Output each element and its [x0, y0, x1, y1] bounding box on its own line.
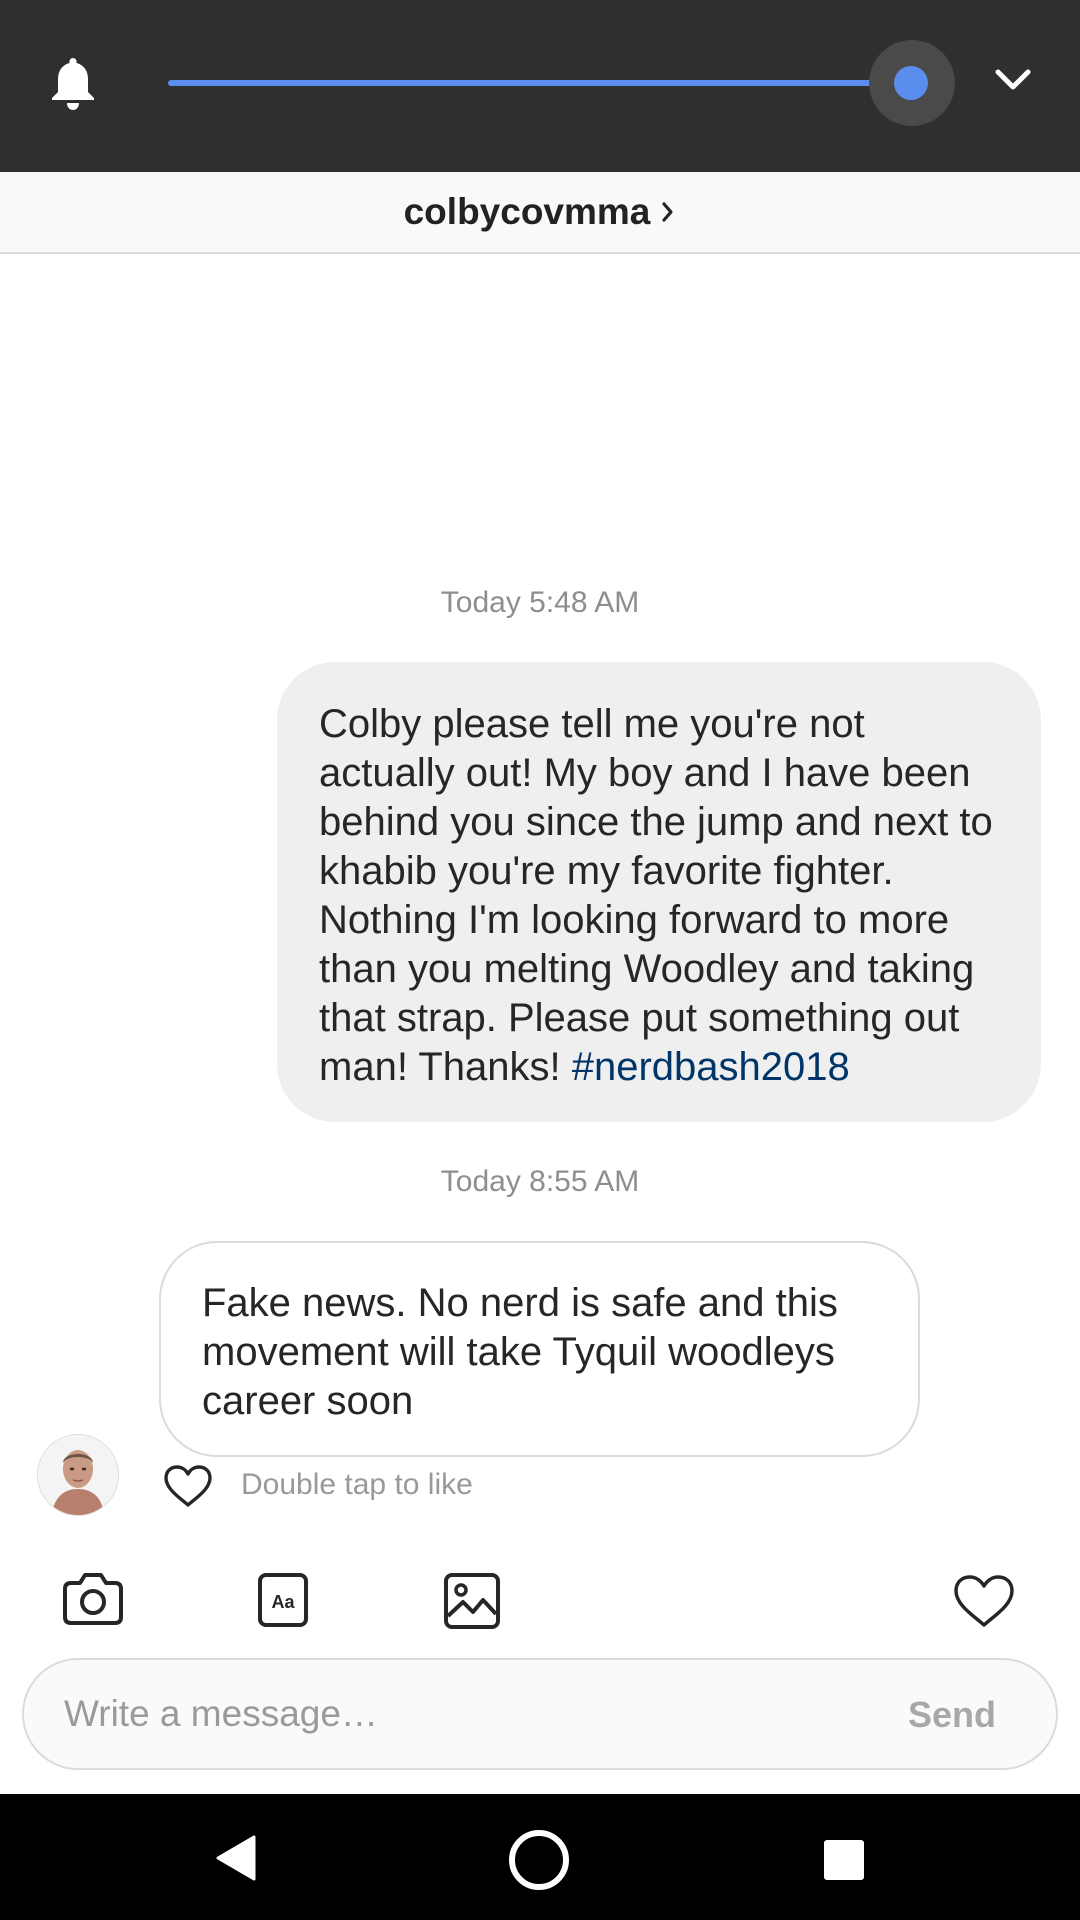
navigation-bar	[0, 1794, 1080, 1920]
thread-username[interactable]: colbycovmma	[404, 191, 651, 233]
brightness-slider-track[interactable]	[168, 80, 912, 86]
gallery-icon[interactable]	[443, 1572, 501, 1630]
send-button[interactable]: Send	[908, 1694, 996, 1736]
avatar[interactable]	[37, 1434, 119, 1516]
text-format-icon[interactable]: Aa	[257, 1572, 309, 1628]
back-icon[interactable]	[214, 1834, 256, 1882]
chevron-down-icon[interactable]	[992, 64, 1034, 96]
chevron-right-icon	[662, 202, 673, 222]
like-hint: Double tap to like	[241, 1468, 473, 1501]
heart-icon[interactable]	[952, 1573, 1016, 1629]
hashtag-link[interactable]: #nerdbash2018	[572, 1045, 850, 1089]
camera-icon[interactable]	[61, 1567, 125, 1627]
brightness-slider-thumb[interactable]	[894, 66, 928, 100]
outgoing-message-bubble[interactable]: Colby please tell me you're not actually…	[277, 662, 1041, 1122]
bell-icon[interactable]	[47, 54, 99, 112]
avatar-portrait	[38, 1435, 118, 1515]
heart-outline-icon[interactable]	[162, 1463, 214, 1509]
svg-text:Aa: Aa	[271, 1592, 295, 1612]
quick-settings-panel	[0, 0, 1080, 172]
message-input[interactable]	[64, 1660, 884, 1768]
message-timestamp: Today 5:48 AM	[440, 586, 640, 619]
message-composer: Send	[22, 1658, 1058, 1770]
message-text: Fake news. No nerd is safe and this move…	[202, 1281, 838, 1423]
message-timestamp: Today 8:55 AM	[440, 1165, 640, 1198]
home-icon[interactable]	[509, 1830, 569, 1890]
message-text: Colby please tell me you're not actually…	[319, 702, 993, 1089]
incoming-message-bubble[interactable]: Fake news. No nerd is safe and this move…	[159, 1241, 920, 1457]
thread-header[interactable]: colbycovmma	[0, 172, 1080, 254]
recents-icon[interactable]	[824, 1840, 864, 1880]
